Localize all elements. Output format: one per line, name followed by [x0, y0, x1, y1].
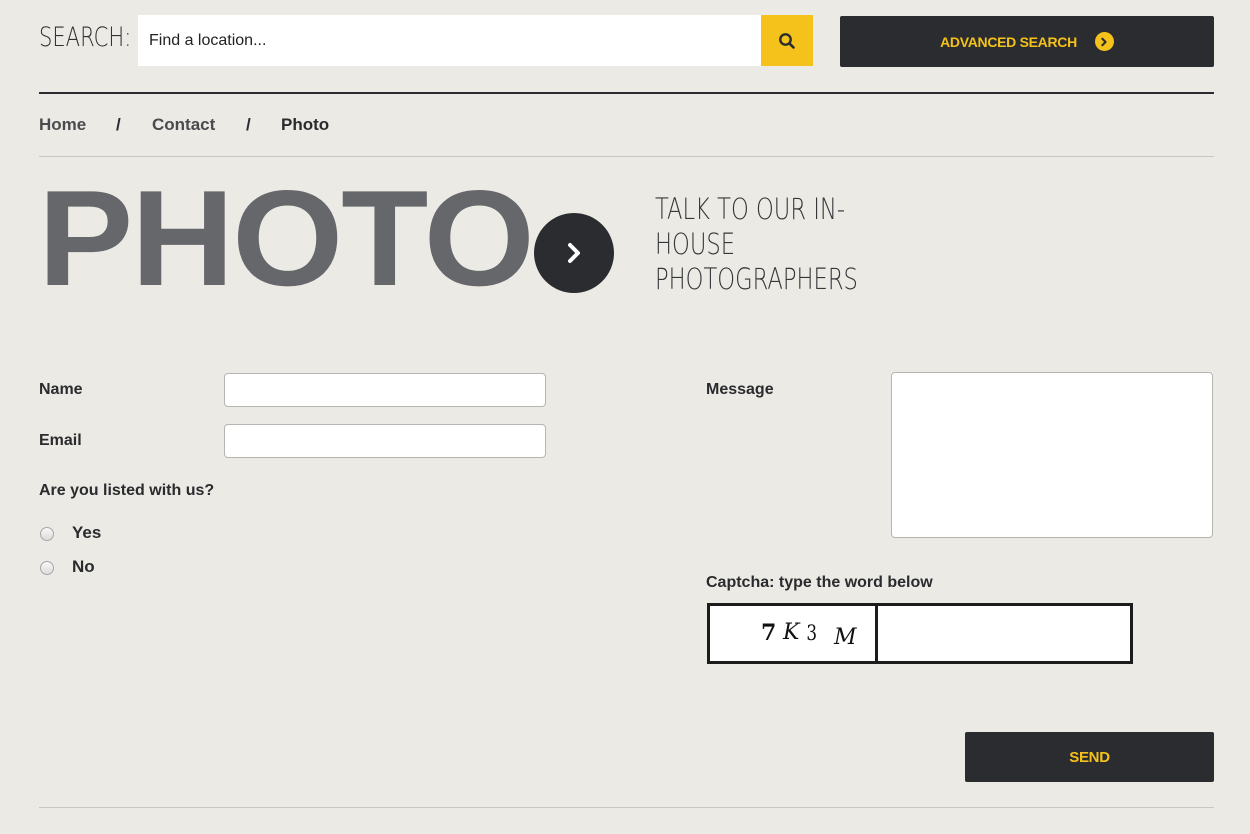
email-field[interactable] — [224, 424, 546, 458]
name-field[interactable] — [224, 373, 546, 407]
breadcrumb-home[interactable]: Home — [39, 115, 86, 135]
page-subtitle: TALK TO OUR IN-HOUSE PHOTOGRAPHERS — [655, 192, 858, 296]
message-field[interactable] — [891, 372, 1213, 538]
advanced-search-label: ADVANCED SEARCH — [940, 33, 1077, 50]
breadcrumb-current: Photo — [281, 115, 330, 134]
radio-no-label: No — [72, 557, 95, 576]
radio-no[interactable] — [40, 561, 54, 575]
radio-yes-label: Yes — [72, 523, 102, 542]
captcha-label: Captcha: type the word below — [706, 574, 933, 591]
captcha-char: 7 — [761, 620, 777, 646]
footer-divider — [39, 807, 1214, 808]
radio-yes[interactable] — [40, 527, 54, 541]
heading-arrow-button[interactable] — [534, 213, 614, 293]
search-input[interactable] — [138, 15, 761, 66]
breadcrumb-separator: / — [246, 115, 251, 134]
search-icon — [779, 32, 795, 49]
captcha: 7 K 3 M — [707, 603, 1133, 664]
captcha-image: 7 K 3 M — [710, 606, 878, 661]
email-label: Email — [39, 432, 82, 449]
header-divider — [39, 92, 1214, 94]
search-label: SEARCH: — [39, 22, 132, 53]
breadcrumb-separator: / — [116, 115, 121, 134]
breadcrumb-divider — [39, 156, 1214, 157]
name-label: Name — [39, 381, 83, 398]
breadcrumb-contact[interactable]: Contact — [152, 115, 215, 135]
send-button[interactable]: SEND — [965, 732, 1214, 782]
advanced-search-button[interactable]: ADVANCED SEARCH — [840, 16, 1214, 67]
page-title: PHOTO — [38, 162, 535, 314]
captcha-char: 3 — [806, 621, 818, 645]
captcha-char: K — [783, 620, 800, 645]
captcha-input[interactable] — [878, 606, 1130, 661]
captcha-char: M — [834, 625, 857, 650]
search-button[interactable] — [761, 15, 813, 66]
message-label: Message — [706, 381, 774, 398]
chevron-right-icon — [568, 243, 580, 263]
chevron-right-circle-icon — [1094, 32, 1114, 51]
listed-question: Are you listed with us? — [39, 482, 215, 499]
